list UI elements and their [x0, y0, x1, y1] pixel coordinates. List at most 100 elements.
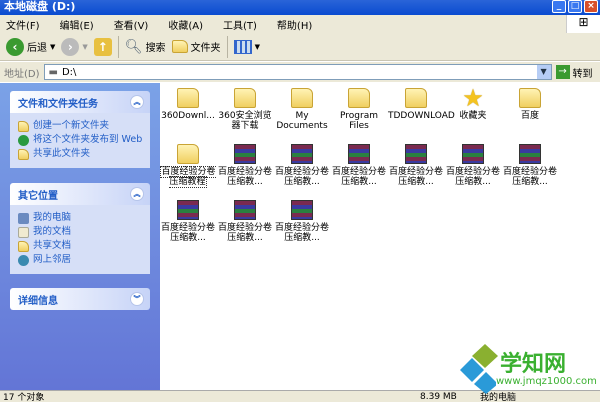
folder-icon: [405, 88, 427, 108]
file-item[interactable]: 百度经验分卷压缩教...: [274, 144, 330, 187]
file-name: 百度经验分卷压缩教...: [217, 167, 272, 187]
collapse-icon[interactable]: ︽: [130, 187, 144, 201]
file-item[interactable]: 百度经验分卷压缩教...: [445, 144, 501, 187]
menu-bar: 文件(F) 编辑(E) 查看(V) 收藏(A) 工具(T) 帮助(H) ⊞: [0, 15, 600, 33]
file-name: 百度经验分卷压缩教...: [274, 223, 329, 243]
collapse-icon[interactable]: ︽: [130, 95, 144, 109]
panel-header[interactable]: 文件和文件夹任务 ︽: [10, 91, 150, 113]
file-item[interactable]: 百度经验分卷压缩教...: [331, 144, 387, 187]
task-share-folder[interactable]: 共享此文件夹: [18, 148, 144, 160]
file-tasks-panel: 文件和文件夹任务 ︽ 创建一个新文件夹 将这个文件夹发布到 Web 共享此文件夹: [10, 91, 150, 168]
views-icon: [233, 39, 252, 54]
up-folder-icon[interactable]: ↑: [93, 37, 112, 56]
rar-archive-icon: [462, 144, 484, 164]
panel-title: 详细信息: [18, 295, 58, 307]
menu-view[interactable]: 查看(V): [114, 17, 149, 32]
go-arrow-icon: →: [555, 65, 570, 79]
file-name: My Documents: [276, 111, 328, 131]
file-item[interactable]: 百度经验分卷压缩教...: [217, 200, 273, 243]
file-name: 百度经验分卷压缩教...: [274, 167, 329, 187]
file-item[interactable]: 百度经验分卷压缩教...: [217, 144, 273, 187]
folder-icon: [348, 88, 370, 108]
place-shared-documents[interactable]: 共享文档: [18, 240, 144, 252]
file-item[interactable]: 百度经验分卷压缩教...: [160, 200, 216, 243]
go-button[interactable]: → 转到: [555, 65, 593, 80]
address-dropdown[interactable]: ▼: [536, 65, 551, 79]
maximize-button[interactable]: □: [568, 0, 582, 13]
place-label: 我的电脑: [33, 212, 72, 223]
place-label: 共享文档: [33, 240, 72, 251]
file-item[interactable]: TDDOWNLOAD: [388, 88, 455, 121]
windows-logo-icon: ⊞: [566, 15, 600, 33]
task-pane: 文件和文件夹任务 ︽ 创建一个新文件夹 将这个文件夹发布到 Web 共享此文件夹 …: [0, 83, 160, 390]
file-name: 360Downl...: [161, 111, 215, 121]
file-item[interactable]: 百度: [502, 88, 558, 121]
file-item[interactable]: 百度经验分卷压缩教程: [160, 144, 216, 188]
file-name: 百度: [520, 111, 539, 121]
file-name: 百度经验分卷压缩教...: [502, 167, 557, 187]
file-item[interactable]: My Documents: [274, 88, 330, 131]
rar-archive-icon: [234, 144, 256, 164]
menu-tools[interactable]: 工具(T): [223, 17, 257, 32]
forward-button[interactable]: › ▼: [61, 37, 88, 56]
address-bar: 地址(D) ▬ D:\ ▼ → 转到: [0, 62, 600, 82]
file-item[interactable]: 360Downl...: [160, 88, 216, 121]
address-input[interactable]: ▬ D:\ ▼: [43, 64, 552, 80]
chevron-down-icon[interactable]: ▼: [50, 43, 55, 51]
web-publish-icon: [18, 135, 29, 146]
folders-label: 文件夹: [190, 43, 221, 54]
back-arrow-icon: ‹: [6, 37, 24, 56]
file-item[interactable]: ★ 收藏夹: [445, 86, 501, 121]
details-panel: 详细信息 ︾: [10, 288, 150, 310]
place-network[interactable]: 网上邻居: [18, 254, 144, 266]
expand-icon[interactable]: ︾: [130, 292, 144, 306]
panel-title: 其它位置: [18, 190, 58, 202]
file-name: 百度经验分卷压缩教...: [445, 167, 500, 187]
close-button[interactable]: ×: [584, 0, 598, 13]
separator: [226, 35, 228, 58]
back-button[interactable]: ‹ 后退 ▼: [6, 37, 55, 56]
panel-header[interactable]: 其它位置 ︽: [10, 183, 150, 205]
file-name: Program Files: [340, 111, 378, 131]
file-item[interactable]: 360安全浏览器下载: [217, 88, 273, 131]
folder-icon: [177, 144, 199, 164]
menu-favorites[interactable]: 收藏(A): [168, 17, 203, 32]
chevron-down-icon[interactable]: ▼: [82, 43, 87, 51]
task-publish-web[interactable]: 将这个文件夹发布到 Web: [18, 134, 144, 146]
file-item[interactable]: 百度经验分卷压缩教...: [502, 144, 558, 187]
menu-file[interactable]: 文件(F): [6, 17, 40, 32]
rar-archive-icon: [291, 144, 313, 164]
minimize-button[interactable]: _: [552, 0, 566, 13]
watermark-url: www.jmqz1000.com: [496, 376, 597, 387]
computer-icon: [18, 213, 29, 224]
menu-help[interactable]: 帮助(H): [277, 17, 312, 32]
separator: [117, 35, 119, 58]
views-button[interactable]: ▼: [233, 39, 260, 54]
file-item[interactable]: 百度经验分卷压缩教...: [388, 144, 444, 187]
file-item[interactable]: Program Files: [331, 88, 387, 131]
task-label: 将这个文件夹发布到 Web: [33, 134, 143, 145]
menu-edit[interactable]: 编辑(E): [60, 17, 94, 32]
search-button[interactable]: 🔍︎ 搜索: [125, 39, 166, 55]
place-my-computer[interactable]: 我的电脑: [18, 212, 144, 224]
folder-icon: [171, 40, 188, 53]
watermark-icon: [460, 344, 498, 394]
rar-archive-icon: [405, 144, 427, 164]
place-label: 网上邻居: [33, 254, 72, 265]
back-label: 后退: [27, 43, 47, 54]
panel-header[interactable]: 详细信息 ︾: [10, 288, 150, 310]
rar-archive-icon: [291, 200, 313, 220]
toolbar: ‹ 后退 ▼ › ▼ ↑ 🔍︎ 搜索 文件夹 ▼: [0, 33, 600, 61]
total-size: 8.39 MB: [420, 391, 457, 402]
documents-icon: [18, 227, 29, 238]
task-label: 共享此文件夹: [33, 148, 91, 159]
file-name: 收藏夹: [459, 111, 487, 121]
place-my-documents[interactable]: 我的文档: [18, 226, 144, 238]
folders-button[interactable]: 文件夹: [171, 39, 221, 54]
new-folder-icon: [18, 121, 29, 132]
object-count: 17 个对象: [3, 393, 45, 403]
file-name: 百度经验分卷压缩教...: [388, 167, 443, 187]
rar-archive-icon: [519, 144, 541, 164]
task-new-folder[interactable]: 创建一个新文件夹: [18, 120, 144, 132]
file-item[interactable]: 百度经验分卷压缩教...: [274, 200, 330, 243]
